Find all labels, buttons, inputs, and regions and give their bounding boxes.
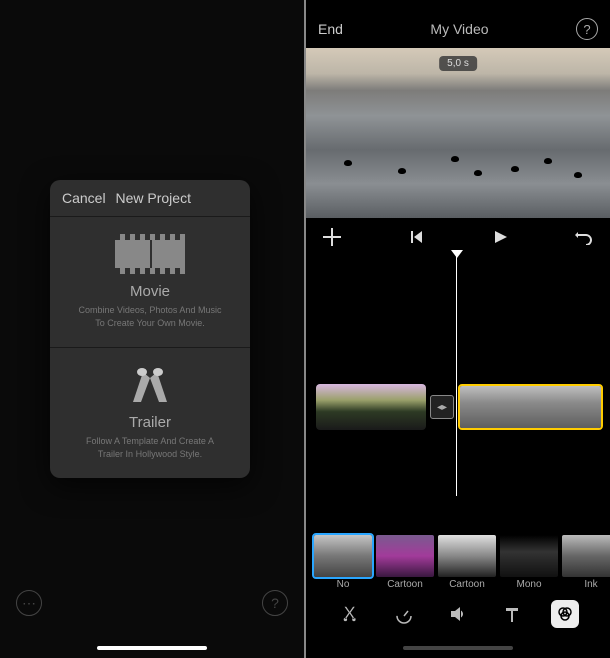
- home-indicator[interactable]: [97, 646, 207, 650]
- filter-row: No Cartoon Cartoon Mono Ink: [314, 535, 602, 590]
- trailer-desc-1: Follow A Template And Create A: [60, 435, 240, 448]
- editor-top-bar: End My Video ?: [306, 0, 610, 48]
- filter-cartoon-2[interactable]: Cartoon: [438, 535, 496, 590]
- filter-label: Ink: [584, 579, 597, 590]
- home-indicator[interactable]: [403, 646, 513, 650]
- movie-desc-2: To Create Your Own Movie.: [60, 317, 240, 330]
- prev-frame-button[interactable]: [404, 229, 428, 245]
- filters-tool[interactable]: [551, 600, 579, 628]
- modal-header: Cancel New Project: [50, 180, 250, 217]
- filter-none[interactable]: No: [314, 535, 372, 590]
- project-title[interactable]: My Video: [430, 21, 488, 37]
- duck-silhouette: [511, 166, 519, 172]
- trailer-option[interactable]: Trailer Follow A Template And Create A T…: [50, 348, 250, 478]
- filter-label: Cartoon: [449, 579, 485, 590]
- help-button[interactable]: ?: [576, 18, 598, 40]
- duck-silhouette: [344, 160, 352, 166]
- movie-desc-1: Combine Videos, Photos And Music: [60, 304, 240, 317]
- transition-icon[interactable]: ◂▸: [430, 395, 454, 419]
- filter-label: No: [337, 579, 350, 590]
- bottom-bar-left: ⋯ ?: [0, 590, 304, 616]
- cancel-button[interactable]: Cancel: [62, 190, 106, 206]
- spotlights-icon: [60, 362, 240, 408]
- duck-silhouette: [398, 168, 406, 174]
- play-button[interactable]: [488, 229, 512, 245]
- end-button[interactable]: End: [318, 21, 343, 37]
- video-preview[interactable]: 5,0 s: [306, 48, 610, 218]
- filter-cartoon-1[interactable]: Cartoon: [376, 535, 434, 590]
- timeline[interactable]: ◂▸: [306, 256, 610, 496]
- editor-screen: End My Video ? 5,0 s ◂▸: [306, 0, 610, 658]
- movie-option[interactable]: Movie Combine Videos, Photos And Music T…: [50, 217, 250, 348]
- filter-label: Mono: [516, 579, 541, 590]
- filter-label: Cartoon: [387, 579, 423, 590]
- duck-silhouette: [474, 170, 482, 176]
- trailer-title: Trailer: [60, 414, 240, 431]
- duck-silhouette: [451, 156, 459, 162]
- movie-title: Movie: [60, 283, 240, 300]
- new-project-modal: Cancel New Project Movie Combine Videos,…: [50, 180, 250, 478]
- text-tool[interactable]: [498, 600, 526, 628]
- volume-tool[interactable]: [444, 600, 472, 628]
- undo-button[interactable]: [572, 229, 596, 245]
- projects-screen: 9:00 Design + Cancel New Project Movie C…: [0, 0, 304, 658]
- more-button[interactable]: ⋯: [16, 590, 42, 616]
- editor-toolbar: [306, 594, 610, 634]
- clip-duration-badge: 5,0 s: [439, 56, 477, 71]
- clip-1[interactable]: [316, 384, 426, 430]
- film-icon: [60, 231, 240, 277]
- speed-tool[interactable]: [390, 600, 418, 628]
- cut-tool[interactable]: [337, 600, 365, 628]
- duck-silhouette: [574, 172, 582, 178]
- add-media-button[interactable]: [320, 228, 344, 246]
- filter-ink[interactable]: Ink: [562, 535, 610, 590]
- filter-mono[interactable]: Mono: [500, 535, 558, 590]
- duck-silhouette: [544, 158, 552, 164]
- clip-row: ◂▸: [306, 384, 610, 430]
- modal-title: New Project: [115, 190, 190, 206]
- trailer-desc-2: Trailer In Hollywood Style.: [60, 448, 240, 461]
- clip-2-selected[interactable]: [458, 384, 603, 430]
- help-button[interactable]: ?: [262, 590, 288, 616]
- playhead[interactable]: [456, 256, 457, 496]
